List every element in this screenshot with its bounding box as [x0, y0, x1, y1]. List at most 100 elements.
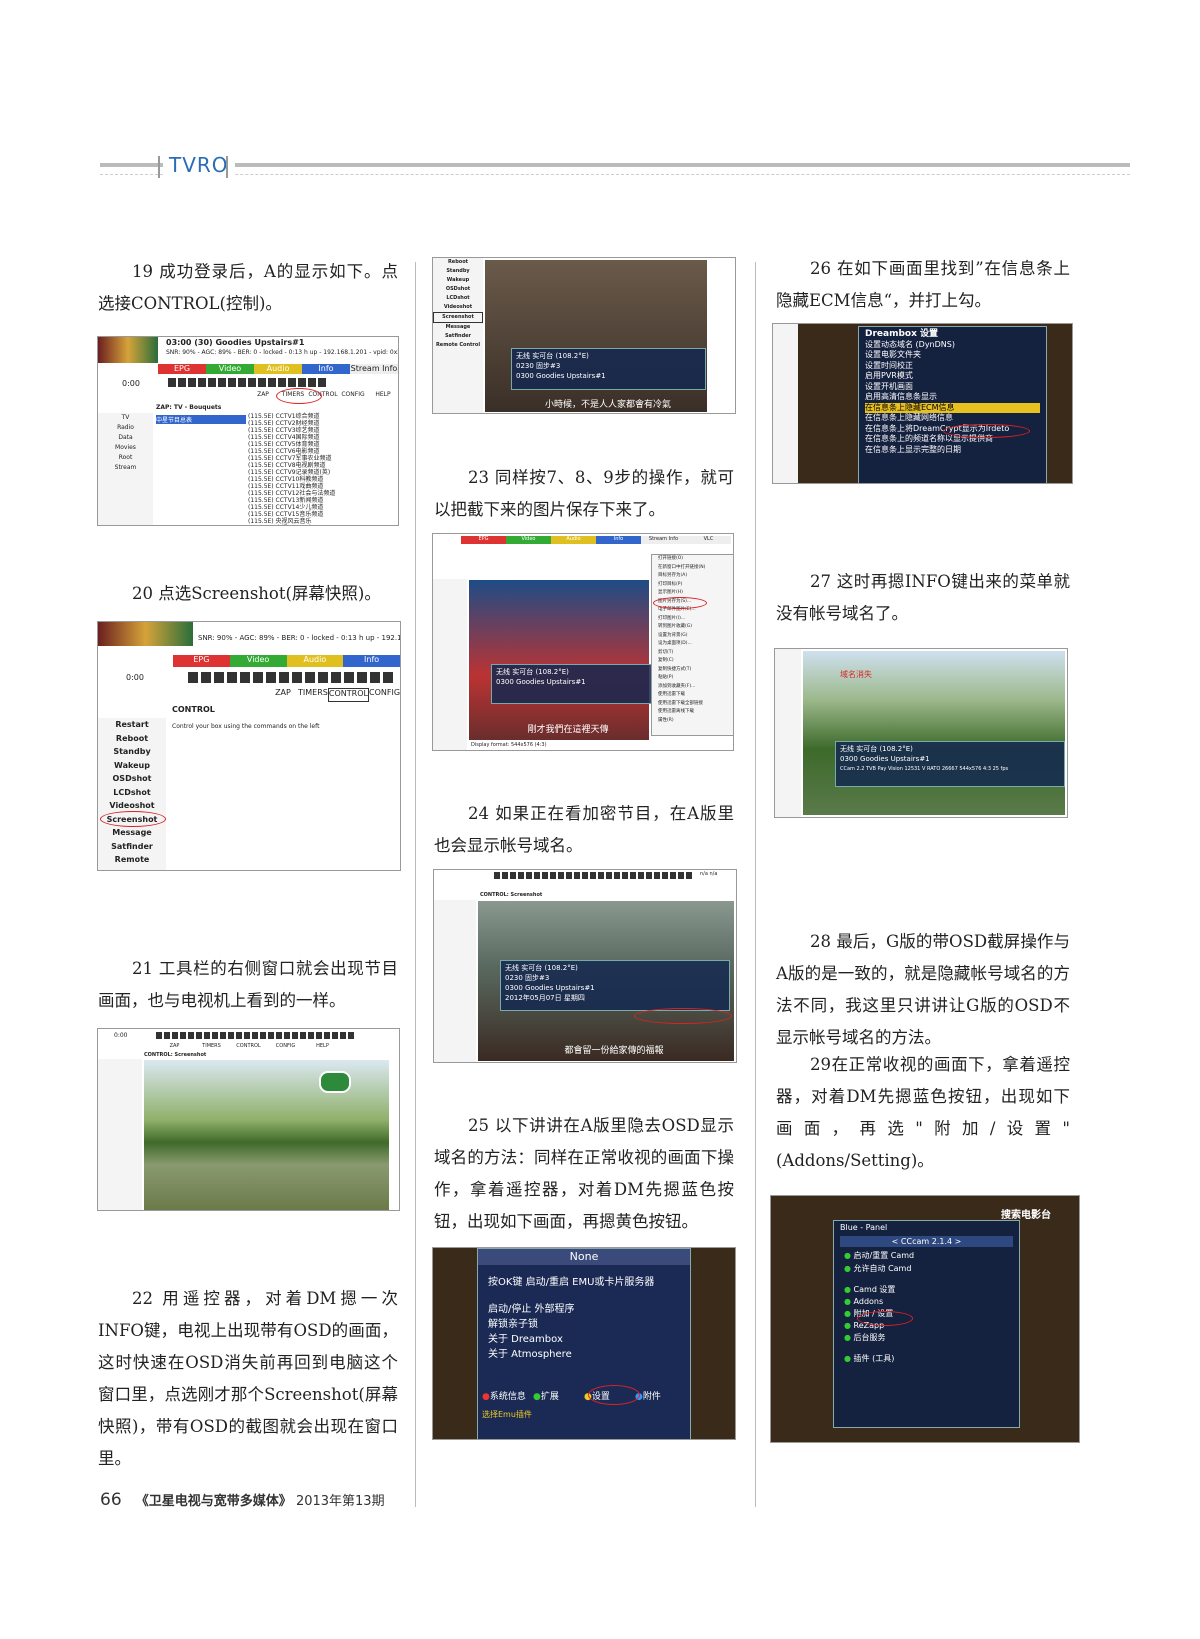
- channel-item[interactable]: (115.5E) CCTV1综合频道: [248, 413, 398, 420]
- tab-epg[interactable]: EPG: [461, 536, 506, 544]
- menu-help[interactable]: HELP: [368, 391, 398, 401]
- playback-controls[interactable]: [168, 378, 328, 387]
- menu-zap[interactable]: ZAP: [248, 391, 278, 401]
- tab-audio[interactable]: Audio: [551, 536, 596, 544]
- nav-wakeup[interactable]: Wakeup: [433, 276, 483, 285]
- channel-item[interactable]: (115.5E) CCTV3综艺频道: [248, 427, 398, 434]
- red-button[interactable]: ●系统信息: [482, 1389, 533, 1402]
- green-button[interactable]: ●扩展: [533, 1389, 584, 1402]
- tab-info[interactable]: Info: [596, 536, 641, 544]
- context-menu-item[interactable]: 剪切(T): [658, 649, 733, 658]
- bouquet-item[interactable]: 中星节目总表: [156, 415, 246, 424]
- dreambox-setting-item[interactable]: 设置电影文件夹: [865, 350, 1040, 361]
- channel-item[interactable]: (115.5E) 央视风云足球: [248, 525, 398, 526]
- blue-panel-item[interactable]: ● Addons: [834, 1296, 1019, 1307]
- channel-item[interactable]: (115.5E) CCTV11戏曲频道: [248, 483, 398, 490]
- menu-ext-program[interactable]: 启动/停止 外部程序: [478, 1296, 690, 1315]
- tab-audio[interactable]: Audio: [254, 364, 302, 374]
- tab-video[interactable]: Video: [506, 536, 551, 544]
- dreambox-setting-item[interactable]: 启用高清信息条显示: [865, 392, 1040, 403]
- blue-panel-item[interactable]: ● 插件 (工具): [834, 1352, 1019, 1365]
- nav-wakeup[interactable]: Wakeup: [98, 759, 166, 773]
- menu-about-atmosphere[interactable]: 关于 Atmosphere: [478, 1345, 690, 1360]
- channel-item[interactable]: (115.5E) CCTV9记录频道(英): [248, 469, 398, 476]
- playback-controls[interactable]: [156, 1032, 356, 1039]
- nav-reboot[interactable]: Reboot: [433, 258, 483, 267]
- nav-standby[interactable]: Standby: [98, 745, 166, 759]
- emu-selected[interactable]: None: [478, 1249, 690, 1265]
- blue-panel-item[interactable]: ● Camd 设置: [834, 1283, 1019, 1296]
- context-menu-item[interactable]: 使用迅雷离线下载: [658, 708, 733, 717]
- nav-satfinder[interactable]: Satfinder: [433, 332, 483, 341]
- nav-tv[interactable]: TV: [98, 413, 153, 423]
- menu-config[interactable]: CONFIG: [338, 391, 368, 401]
- nav-root[interactable]: Root: [98, 453, 153, 463]
- tab-video[interactable]: Video: [229, 655, 287, 667]
- dreambox-setting-item[interactable]: 设置时间校正: [865, 361, 1040, 372]
- nav-message[interactable]: Message: [433, 323, 483, 332]
- menu-help[interactable]: HELP: [304, 1043, 341, 1051]
- nav-lcdshot[interactable]: LCDshot: [433, 294, 483, 303]
- playback-controls[interactable]: [494, 872, 694, 879]
- nav-standby[interactable]: Standby: [433, 267, 483, 276]
- channel-item[interactable]: (115.5E) CCTV6电影频道: [248, 448, 398, 455]
- channel-item[interactable]: (115.5E) CCTV15音乐频道: [248, 511, 398, 518]
- nav-data[interactable]: Data: [98, 433, 153, 443]
- menu-config[interactable]: CONFIG: [369, 688, 400, 700]
- channel-item[interactable]: (115.5E) CCTV12社会与法频道: [248, 490, 398, 497]
- menu-timers[interactable]: TIMERS: [193, 1043, 230, 1051]
- dreambox-setting-item[interactable]: 在信息条上隐藏ECM信息: [865, 402, 1040, 413]
- context-menu-item[interactable]: 粘贴(P): [658, 674, 733, 683]
- context-menu-item[interactable]: 使用迅雷下载全部链接: [658, 700, 733, 709]
- context-menu-item[interactable]: 复制快捷方式(T): [658, 666, 733, 675]
- nav-restart[interactable]: Restart: [98, 718, 166, 732]
- tab-audio[interactable]: Audio: [286, 655, 344, 667]
- context-menu-item[interactable]: 打印图片(I)...: [658, 615, 733, 624]
- dreambox-setting-item[interactable]: 在信息条上隐藏网络信息: [865, 413, 1040, 424]
- nav-reboot[interactable]: Reboot: [98, 732, 166, 746]
- nav-lcdshot[interactable]: LCDshot: [98, 786, 166, 800]
- context-menu-item[interactable]: 转到图片收藏(G): [658, 623, 733, 632]
- channel-item[interactable]: (115.5E) CCTV2财经频道: [248, 420, 398, 427]
- channel-item[interactable]: (115.5E) CCTV13新闻频道: [248, 497, 398, 504]
- menu-zap[interactable]: ZAP: [156, 1043, 193, 1051]
- context-menu-item[interactable]: 添加到收藏夹(F)...: [658, 683, 733, 692]
- nav-remote-control[interactable]: Remote Control: [98, 853, 166, 870]
- nav-screenshot[interactable]: Screenshot: [433, 312, 483, 323]
- nav-satfinder[interactable]: Satfinder: [98, 840, 166, 854]
- blue-panel-item[interactable]: ● 允许自动 Camd: [834, 1262, 1019, 1275]
- context-menu-item[interactable]: 目标另存为(A): [658, 572, 733, 581]
- menu-control[interactable]: CONTROL: [230, 1043, 267, 1051]
- playback-controls[interactable]: [188, 672, 393, 683]
- dreambox-setting-item[interactable]: 在信息条上显示完整的日期: [865, 445, 1040, 456]
- context-menu-item[interactable]: 属性(R): [658, 717, 733, 726]
- nav-remote-control[interactable]: Remote Control: [433, 341, 483, 350]
- context-menu-item[interactable]: 显示图片(H): [658, 589, 733, 598]
- context-menu-item[interactable]: 在新窗口中打开链接(N): [658, 564, 733, 573]
- nav-radio[interactable]: Radio: [98, 423, 153, 433]
- channel-item[interactable]: (115.5E) CCTV7军事农业频道: [248, 455, 398, 462]
- cam-selector[interactable]: < CCcam 2.1.4 >: [840, 1236, 1013, 1247]
- context-menu-item[interactable]: 打印目标(P): [658, 581, 733, 590]
- tab-stream-info[interactable]: Stream Info: [641, 536, 686, 544]
- menu-parental-unlock[interactable]: 解锁亲子锁: [478, 1315, 690, 1330]
- dreambox-setting-item[interactable]: 设置动态域名 (DynDNS): [865, 340, 1040, 351]
- dreambox-setting-item[interactable]: 设置开机画面: [865, 382, 1040, 393]
- tab-epg[interactable]: EPG: [173, 655, 230, 667]
- menu-zap[interactable]: ZAP: [268, 688, 298, 700]
- dreambox-setting-item[interactable]: 启用PVR模式: [865, 371, 1040, 382]
- channel-item[interactable]: (115.5E) 央视风云音乐: [248, 518, 398, 525]
- tab-info[interactable]: Info: [343, 655, 400, 667]
- channel-item[interactable]: (115.5E) CCTV5体育频道: [248, 441, 398, 448]
- channel-item[interactable]: (115.5E) CCTV8电视剧频道: [248, 462, 398, 469]
- menu-timers[interactable]: TIMERS: [298, 688, 328, 700]
- channel-item[interactable]: (115.5E) CCTV4国际频道: [248, 434, 398, 441]
- menu-control[interactable]: CONTROL: [327, 688, 369, 702]
- menu-about-dreambox[interactable]: 关于 Dreambox: [478, 1330, 690, 1345]
- tab-epg[interactable]: EPG: [158, 364, 206, 374]
- nav-osdshot[interactable]: OSDshot: [98, 772, 166, 786]
- tab-vlc[interactable]: VLC: [686, 536, 731, 544]
- channel-item[interactable]: (115.5E) CCTV10科教频道: [248, 476, 398, 483]
- tab-info[interactable]: Info: [302, 364, 350, 374]
- context-menu-item[interactable]: 设置为背景(G): [658, 632, 733, 641]
